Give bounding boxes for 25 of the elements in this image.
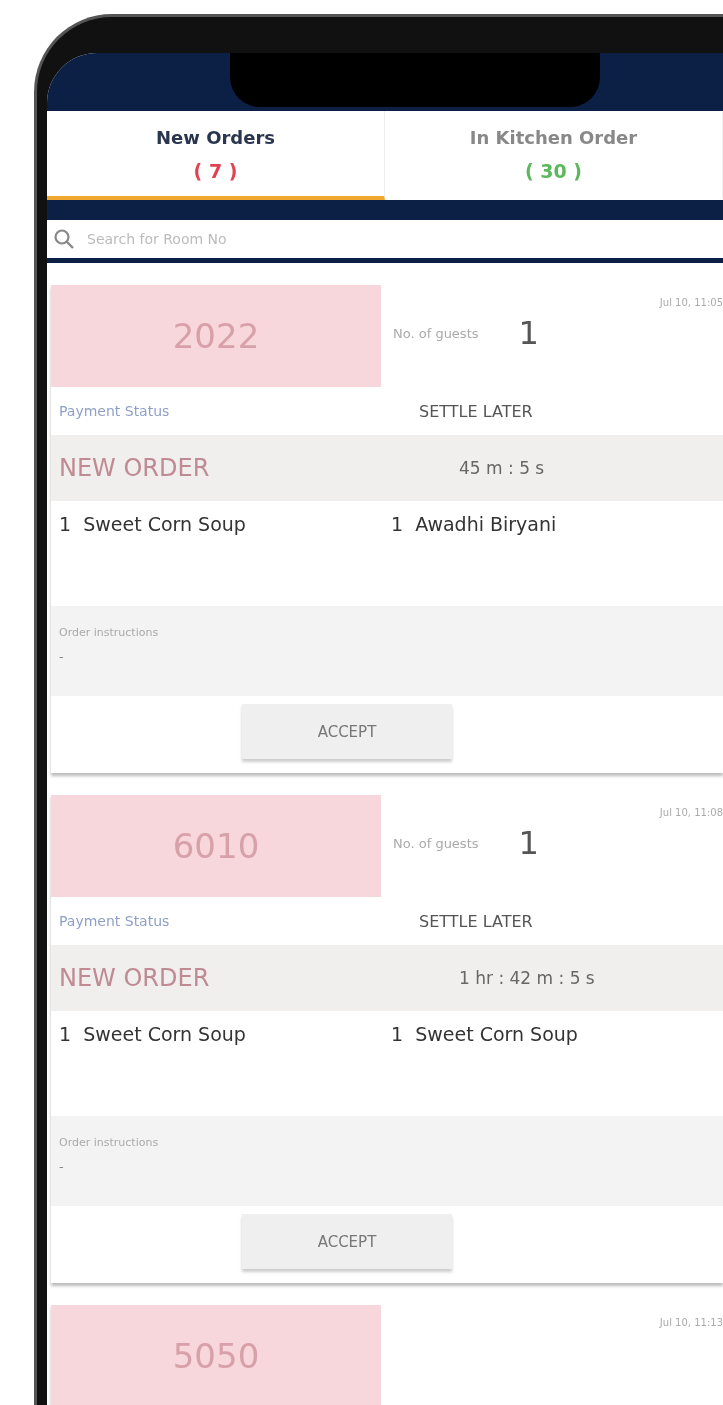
guests-label: No. of guests xyxy=(393,325,479,341)
guests-count: 1 xyxy=(518,824,539,862)
order-item: 1 Sweet Corn Soup xyxy=(391,1023,579,1047)
payment-label: Payment Status xyxy=(59,403,171,419)
order-item: 1 Sweet Corn Soup xyxy=(59,513,247,537)
order-item: 1 Sweet Corn Soup xyxy=(59,1023,247,1047)
search-icon xyxy=(53,228,75,250)
instructions-text: - xyxy=(59,1159,65,1174)
order-time: Jul 10, 11:08 xyxy=(659,807,723,818)
guests-count: 1 xyxy=(518,314,539,352)
instructions-label: Order instructions xyxy=(59,1136,160,1149)
payment-status: SETTLE LATER xyxy=(419,911,533,931)
order-time: Jul 10, 11:13 xyxy=(659,1317,723,1328)
instructions-text: - xyxy=(59,649,65,664)
accept-button[interactable]: ACCEPT xyxy=(242,704,452,759)
accept-button[interactable]: ACCEPT xyxy=(242,1214,452,1269)
instructions-label: Order instructions xyxy=(59,626,160,639)
status-bar-row: NEW ORDER 1 hr : 42 m : 5 s xyxy=(51,945,723,1011)
payment-status: SETTLE LATER xyxy=(419,401,533,421)
tab[interactable]: New Orders ( 7 ) xyxy=(47,111,385,200)
status-bar-row: NEW ORDER 45 m : 5 s xyxy=(51,435,723,501)
order-item: 1 Awadhi Biryani xyxy=(391,513,558,537)
guests-label: No. of guests xyxy=(393,835,479,851)
payment-label: Payment Status xyxy=(59,913,171,929)
order-time: Jul 10, 11:05 xyxy=(659,297,723,308)
